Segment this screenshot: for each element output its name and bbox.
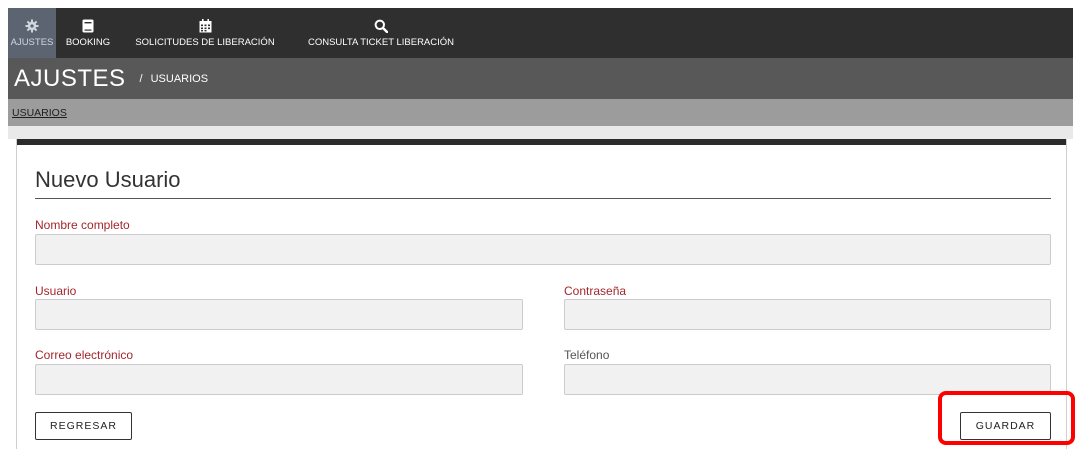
telefono-input[interactable] xyxy=(564,364,1051,395)
regresar-button[interactable]: REGRESAR xyxy=(35,412,132,440)
sub-navigation: USUARIOS xyxy=(8,99,1073,126)
nav-item-label: AJUSTES xyxy=(10,37,54,48)
usuario-label: Usuario xyxy=(35,284,77,298)
form-title: Nuevo Usuario xyxy=(35,167,181,192)
nav-item-booking[interactable]: BOOKING xyxy=(56,8,120,58)
breadcrumb-current: USUARIOS xyxy=(150,72,209,85)
subnav-link-usuarios[interactable]: USUARIOS xyxy=(12,107,67,119)
usuario-input[interactable] xyxy=(35,299,523,330)
correo-electronico-input[interactable] xyxy=(35,364,523,395)
top-navigation: AJUSTES BOOKING SOLICITUDES DE LIBERACIÓ… xyxy=(8,8,1073,58)
correo-label: Correo electrónico xyxy=(35,348,134,362)
nav-item-label: SOLICITUDES DE LIBERACIÓN xyxy=(135,37,275,48)
nav-item-label: CONSULTA TICKET LIBERACIÓN xyxy=(307,37,455,48)
guardar-button[interactable]: GUARDAR xyxy=(960,412,1051,440)
calendar-icon xyxy=(199,18,212,34)
nombre-label: Nombre completo xyxy=(35,218,130,232)
telefono-label: Teléfono xyxy=(564,348,610,362)
page-header: AJUSTES / USUARIOS xyxy=(8,58,1073,99)
contrasena-input[interactable] xyxy=(564,299,1051,330)
page-title: AJUSTES xyxy=(14,64,126,92)
gear-icon xyxy=(25,18,39,34)
nav-item-label: BOOKING xyxy=(65,37,111,48)
nav-item-consulta-ticket[interactable]: CONSULTA TICKET LIBERACIÓN xyxy=(290,8,472,58)
nav-item-ajustes[interactable]: AJUSTES xyxy=(8,8,56,58)
panel-top-border xyxy=(17,139,1066,145)
new-user-form: Nuevo Usuario Nombre completo Usuario Co… xyxy=(16,139,1067,449)
title-divider xyxy=(35,198,1051,199)
search-icon xyxy=(374,18,388,34)
contrasena-label: Contraseña xyxy=(564,284,627,298)
nav-item-solicitudes[interactable]: SOLICITUDES DE LIBERACIÓN xyxy=(120,8,290,58)
nombre-completo-input[interactable] xyxy=(35,234,1051,265)
breadcrumb-separator: / xyxy=(139,72,143,85)
book-icon xyxy=(82,18,94,34)
section-divider xyxy=(8,126,1073,139)
